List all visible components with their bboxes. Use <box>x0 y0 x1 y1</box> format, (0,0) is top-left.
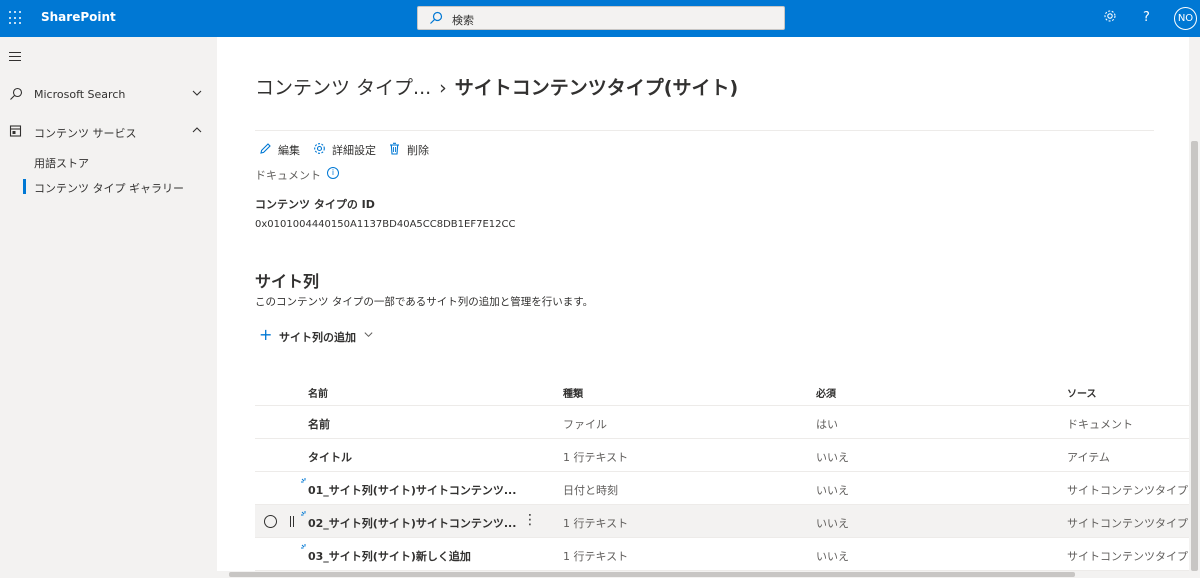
info-icon[interactable]: i <box>327 167 339 179</box>
cell-source: ドキュメント <box>1067 418 1133 431</box>
chevron-down-icon[interactable] <box>191 87 203 99</box>
settings-gear-icon[interactable] <box>1103 9 1117 23</box>
gear-icon <box>314 143 325 154</box>
cell-type: 1 行テキスト <box>563 451 629 464</box>
cell-required: いいえ <box>816 484 849 497</box>
table-row[interactable]: 名前 ファイル はい ドキュメント <box>255 406 1189 439</box>
scrollbar-thumb[interactable] <box>1191 141 1198 571</box>
chevron-down-icon <box>364 332 373 338</box>
cell-required: いいえ <box>816 550 849 563</box>
table-header: 名前 種類 必須 ソース <box>255 378 1189 406</box>
row-select-radio[interactable] <box>264 515 277 528</box>
cell-type: ファイル <box>563 418 607 431</box>
site-columns-heading: サイト列 <box>255 272 320 291</box>
nav-item-microsoft-search[interactable]: Microsoft Search <box>0 79 217 109</box>
cell-name[interactable]: 01_サイト列(サイト)サイトコンテンツ... <box>308 482 516 498</box>
content-services-icon <box>9 125 22 137</box>
table-row[interactable]: 03_サイト列(サイト)新しく追加 1 行テキスト いいえ サイトコンテンツタイ… <box>255 538 1189 571</box>
parent-content-type: ドキュメント <box>255 169 321 182</box>
hamburger-menu-icon[interactable] <box>9 52 21 64</box>
site-columns-description: このコンテンツ タイプの一部であるサイト列の追加と管理を行います。 <box>255 296 594 308</box>
breadcrumb: コンテンツ タイプ... › サイトコンテンツタイプ(サイト) <box>255 73 738 100</box>
table-row[interactable]: タイトル 1 行テキスト いいえ アイテム <box>255 439 1189 472</box>
edit-button[interactable]: 編集 <box>259 141 305 157</box>
delete-label: 削除 <box>407 144 429 157</box>
suite-header: SharePoint 検索 ? NO <box>0 0 1200 37</box>
cell-source: サイトコンテンツタイプ( <box>1067 517 1189 530</box>
pencil-icon <box>260 143 271 154</box>
search-icon <box>430 11 443 24</box>
page-title: サイトコンテンツタイプ(サイト) <box>454 77 739 99</box>
table-row[interactable]: 02_サイト列(サイト)サイトコンテンツ... ⋮ 1 行テキスト いいえ サイ… <box>255 505 1189 538</box>
column-header-type[interactable]: 種類 <box>563 385 583 400</box>
divider <box>255 130 1154 131</box>
nav-item-label: Microsoft Search <box>34 88 126 101</box>
search-placeholder: 検索 <box>452 14 474 27</box>
trash-icon <box>390 142 399 155</box>
column-header-required[interactable]: 必須 <box>816 385 836 400</box>
edit-label: 編集 <box>278 144 300 157</box>
cell-source: サイトコンテンツタイプ( <box>1067 484 1189 497</box>
main-content: コンテンツ タイプ... › サイトコンテンツタイプ(サイト) 編集 詳細設定 削除… <box>217 37 1189 578</box>
cell-name[interactable]: 名前 <box>308 416 330 432</box>
user-avatar[interactable]: NO <box>1174 7 1197 30</box>
horizontal-scrollbar[interactable] <box>217 571 1189 578</box>
breadcrumb-separator-icon: › <box>439 77 447 99</box>
column-header-name[interactable]: 名前 <box>308 385 328 400</box>
drag-handle-icon[interactable] <box>290 516 294 527</box>
add-site-column-button[interactable]: + サイト列の追加 <box>259 325 383 344</box>
cell-required: はい <box>816 418 838 431</box>
app-brand[interactable]: SharePoint <box>41 10 116 24</box>
advanced-settings-button[interactable]: 詳細設定 <box>313 141 381 157</box>
search-box[interactable]: 検索 <box>417 6 785 30</box>
search-icon <box>10 87 23 100</box>
app-launcher-icon[interactable] <box>9 11 23 25</box>
content-type-id-value: 0x0101004440150A1137BD40A5CC8DB1EF7E12CC <box>255 219 516 230</box>
content-type-id-label: コンテンツ タイプの ID <box>255 198 375 211</box>
cell-type: 日付と時刻 <box>563 484 618 497</box>
cell-name[interactable]: 02_サイト列(サイト)サイトコンテンツ... <box>308 515 516 531</box>
chevron-up-icon[interactable] <box>191 124 203 136</box>
cell-name[interactable]: 03_サイト列(サイト)新しく追加 <box>308 548 471 564</box>
breadcrumb-parent[interactable]: コンテンツ タイプ... <box>255 77 431 99</box>
cell-type: 1 行テキスト <box>563 517 629 530</box>
nav-item-content-services[interactable]: コンテンツ サービス <box>0 116 217 146</box>
cell-type: 1 行テキスト <box>563 550 629 563</box>
more-options-icon[interactable]: ⋮ <box>523 512 537 528</box>
table-row[interactable]: 01_サイト列(サイト)サイトコンテンツ... 日付と時刻 いいえ サイトコンテ… <box>255 472 1189 505</box>
cell-required: いいえ <box>816 451 849 464</box>
column-header-source[interactable]: ソース <box>1067 385 1097 400</box>
cell-required: いいえ <box>816 517 849 530</box>
help-icon[interactable]: ? <box>1143 10 1150 25</box>
plus-icon: + <box>259 325 273 344</box>
cell-source: アイテム <box>1067 451 1110 464</box>
scrollbar-thumb[interactable] <box>229 572 1075 577</box>
delete-button[interactable]: 削除 <box>388 141 434 157</box>
cell-source: サイトコンテンツタイプ( <box>1067 550 1189 563</box>
left-navigation: Microsoft Search コンテンツ サービス 用語ストア コンテンツ … <box>0 37 217 578</box>
nav-item-label: コンテンツ サービス <box>34 127 137 140</box>
add-site-column-label: サイト列の追加 <box>279 331 356 344</box>
vertical-scrollbar[interactable] <box>1189 37 1200 578</box>
nav-subitem-content-type-gallery[interactable]: コンテンツ タイプ ギャラリー <box>23 179 184 196</box>
nav-subitem-term-store[interactable]: 用語ストア <box>34 155 89 171</box>
cell-name[interactable]: タイトル <box>308 449 352 465</box>
advanced-settings-label: 詳細設定 <box>332 144 376 157</box>
